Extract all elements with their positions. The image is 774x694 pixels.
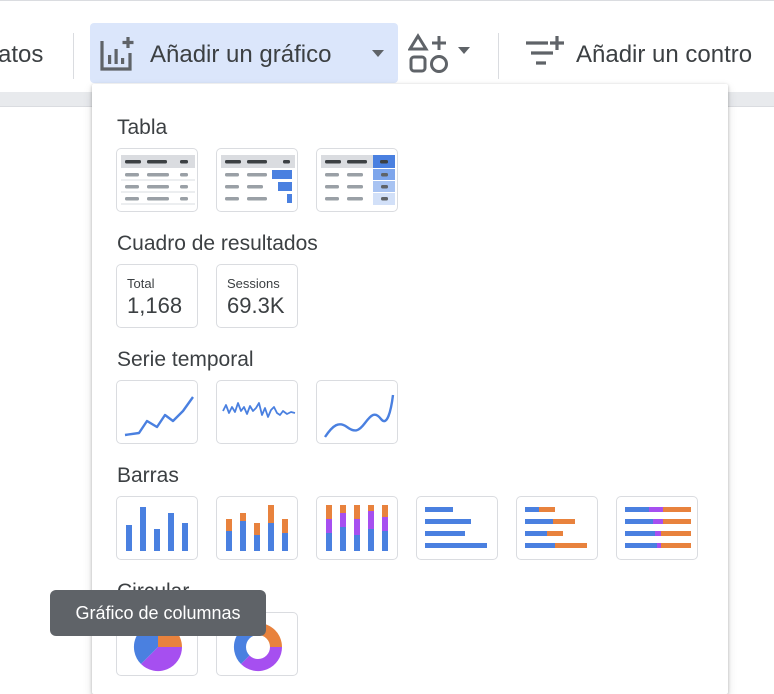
scorecard-label: Total bbox=[127, 276, 155, 291]
chart-option-stacked-bar[interactable] bbox=[516, 496, 598, 560]
toolbar-separator bbox=[73, 33, 74, 79]
chart-option-scorecard-compact[interactable]: Sessions 69.3K bbox=[216, 264, 298, 328]
column-chart-icon bbox=[126, 507, 188, 551]
stacked-column-icon bbox=[226, 505, 288, 551]
stacked-100-bar-icon bbox=[625, 507, 691, 548]
table-bars-icon bbox=[221, 155, 295, 203]
section-title-scorecard: Cuadro de resultados bbox=[117, 232, 318, 255]
table-icon bbox=[121, 155, 195, 205]
bar-chart-icon bbox=[425, 507, 487, 548]
section-title-bars: Barras bbox=[117, 464, 179, 487]
chart-option-timeseries[interactable] bbox=[116, 380, 198, 444]
add-component-button[interactable] bbox=[404, 27, 476, 79]
scorecard-label: Sessions bbox=[227, 276, 280, 291]
chart-option-stacked-column[interactable] bbox=[216, 496, 298, 560]
stacked-bar-icon bbox=[525, 507, 587, 548]
chart-option-table-with-bars[interactable] bbox=[216, 148, 298, 212]
chart-option-table-heatmap[interactable] bbox=[316, 148, 398, 212]
table-heatmap-icon bbox=[321, 155, 395, 205]
tooltip: Gráfico de columnas bbox=[50, 590, 266, 636]
scorecard-value: 69.3K bbox=[227, 293, 285, 318]
chart-option-scorecard[interactable]: Total 1,168 bbox=[116, 264, 198, 328]
chart-option-column[interactable] bbox=[116, 496, 198, 560]
toolbar-separator bbox=[498, 33, 499, 79]
add-chart-label: Añadir un gráfico bbox=[150, 41, 332, 68]
filter-plus-icon bbox=[526, 36, 564, 65]
smooth-line-icon bbox=[324, 394, 395, 438]
add-chart-icon bbox=[100, 37, 134, 71]
add-chart-button[interactable]: Añadir un gráfico bbox=[90, 23, 398, 83]
chart-option-100-stacked-bar[interactable] bbox=[616, 496, 698, 560]
toolbar: atos Añadir un gráfico Añadir un contro bbox=[0, 0, 774, 93]
stacked-100-column-icon bbox=[326, 505, 388, 551]
chart-option-bar[interactable] bbox=[416, 496, 498, 560]
chart-option-table[interactable] bbox=[116, 148, 198, 212]
line-chart-icon bbox=[124, 396, 194, 437]
add-control-button[interactable]: Añadir un contro bbox=[520, 27, 774, 79]
scorecard-value: 1,168 bbox=[127, 293, 183, 318]
chart-option-smoothed-line[interactable] bbox=[316, 380, 398, 444]
chart-option-100-stacked-column[interactable] bbox=[316, 496, 398, 560]
chevron-down-icon bbox=[458, 47, 470, 54]
section-title-table: Tabla bbox=[117, 116, 168, 139]
toolbar-partial-button-label[interactable]: atos bbox=[0, 41, 43, 69]
add-control-label: Añadir un contro bbox=[576, 41, 753, 68]
chevron-down-icon bbox=[372, 50, 384, 57]
sparkline-icon bbox=[222, 402, 296, 418]
chart-option-sparkline[interactable] bbox=[216, 380, 298, 444]
section-title-timeseries: Serie temporal bbox=[117, 348, 254, 371]
shapes-plus-icon bbox=[408, 33, 448, 73]
